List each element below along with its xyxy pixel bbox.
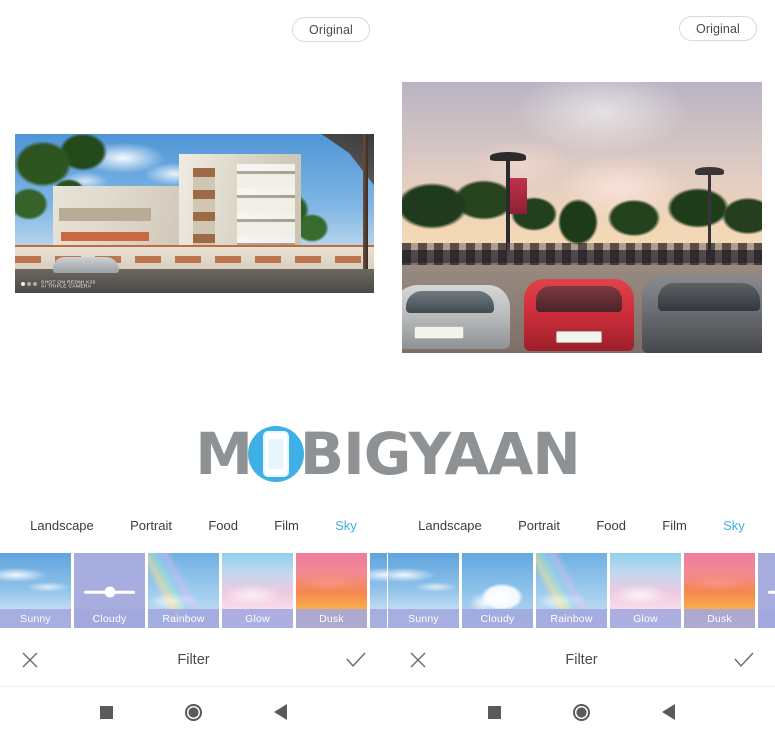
editor-panel-left: Landscape Portrait Food Film Sky Sunny C… xyxy=(0,500,387,737)
phone-in-circle-icon xyxy=(247,426,304,482)
logo-text-after: BIGYAAN xyxy=(299,420,581,488)
car-red xyxy=(524,279,634,351)
tab-portrait-left[interactable]: Portrait xyxy=(130,518,172,533)
tab-food-right[interactable]: Food xyxy=(596,518,626,533)
filter-thumb-cloudy-left[interactable]: Cloudy xyxy=(74,553,145,628)
filter-thumb-sunny-2-left[interactable]: Sunny xyxy=(370,553,387,628)
logo-text-before: M xyxy=(195,420,253,488)
street-lamp-right xyxy=(695,167,724,254)
filter-thumbnail-strip-right[interactable]: Sunny Cloudy Rainbow Glow Dusk xyxy=(388,553,775,628)
filter-thumb-rainbow-right[interactable]: Rainbow xyxy=(536,553,607,628)
android-nav-bar-right xyxy=(388,687,775,737)
filter-category-tabs-left: Landscape Portrait Food Film Sky xyxy=(0,510,387,540)
filter-bar-title-right: Filter xyxy=(565,651,598,668)
tab-sky-right[interactable]: Sky xyxy=(723,518,745,533)
square-icon[interactable] xyxy=(488,705,501,719)
tab-food-left[interactable]: Food xyxy=(208,518,238,533)
photo-preview-right[interactable] xyxy=(402,82,762,353)
check-icon[interactable] xyxy=(733,650,755,670)
original-chip-right[interactable]: Original xyxy=(679,16,757,41)
triangle-back-icon[interactable] xyxy=(662,704,675,720)
filter-thumb-glow-right[interactable]: Glow xyxy=(610,553,681,628)
filter-thumb-label: Dusk xyxy=(684,609,755,628)
filter-thumb-label: Sunny xyxy=(0,609,71,628)
intensity-slider[interactable] xyxy=(768,586,775,598)
circle-icon[interactable] xyxy=(573,703,590,721)
filter-thumb-dusk-right[interactable]: Dusk xyxy=(684,553,755,628)
filter-action-bar-left: Filter xyxy=(0,633,387,686)
filter-thumb-sunset-right[interactable]: Sunset xyxy=(758,553,775,628)
photo-preview-left[interactable]: SHOT ON REDMI K20 AI TRIPLE CAMERA xyxy=(15,134,374,293)
filter-thumb-label: Rainbow xyxy=(536,609,607,628)
tab-sky-left[interactable]: Sky xyxy=(335,518,357,533)
filter-action-bar-right: Filter xyxy=(388,633,775,686)
car-silver xyxy=(402,285,510,349)
tab-landscape-right[interactable]: Landscape xyxy=(418,518,482,533)
editor-panel-right: Landscape Portrait Food Film Sky Sunny C… xyxy=(388,500,775,737)
filter-thumb-glow-left[interactable]: Glow xyxy=(222,553,293,628)
filter-thumb-dusk-left[interactable]: Dusk xyxy=(296,553,367,628)
tab-film-right[interactable]: Film xyxy=(662,518,687,533)
original-chip-left[interactable]: Original xyxy=(292,17,370,42)
filter-thumb-label: Sunny xyxy=(370,609,387,628)
screen-root: Original Original SHOT ON REDMI K20 AI T… xyxy=(0,0,775,737)
filter-thumb-label: Sunset xyxy=(758,609,775,628)
filter-thumb-label: Glow xyxy=(222,609,293,628)
filter-thumb-label: Glow xyxy=(610,609,681,628)
pole-banner xyxy=(510,178,527,214)
intensity-slider[interactable] xyxy=(84,586,135,598)
watermark-text: SHOT ON REDMI K20 AI TRIPLE CAMERA xyxy=(41,279,95,289)
filter-thumb-cloudy-right[interactable]: Cloudy xyxy=(462,553,533,628)
tab-portrait-right[interactable]: Portrait xyxy=(518,518,560,533)
filter-thumb-sunny-right[interactable]: Sunny xyxy=(388,553,459,628)
filter-thumbnail-strip-left[interactable]: Sunny Cloudy Rainbow Glow Dusk xyxy=(0,553,387,628)
original-chip-right-label: Original xyxy=(696,21,740,36)
watermark-dots-icon xyxy=(21,281,37,286)
filter-thumb-sunny-left[interactable]: Sunny xyxy=(0,553,71,628)
filter-thumb-label: Rainbow xyxy=(148,609,219,628)
triangle-back-icon[interactable] xyxy=(274,704,287,720)
tab-landscape-left[interactable]: Landscape xyxy=(30,518,94,533)
parked-car xyxy=(53,257,119,273)
site-watermark-logo: M BIGYAAN xyxy=(0,425,775,483)
filter-category-tabs-right: Landscape Portrait Food Film Sky xyxy=(388,510,775,540)
watermark-line-2: AI TRIPLE CAMERA xyxy=(41,283,92,289)
filter-thumb-label: Sunny xyxy=(388,609,459,628)
original-chip-left-label: Original xyxy=(309,22,353,37)
filter-thumb-label: Dusk xyxy=(296,609,367,628)
tab-film-left[interactable]: Film xyxy=(274,518,299,533)
camera-watermark: SHOT ON REDMI K20 AI TRIPLE CAMERA xyxy=(21,279,95,289)
utility-pole xyxy=(363,134,368,269)
filter-thumb-label: Cloudy xyxy=(74,609,145,628)
circle-icon[interactable] xyxy=(185,703,202,721)
android-nav-bar-left xyxy=(0,687,387,737)
filter-bar-title-left: Filter xyxy=(177,651,210,668)
filter-thumb-rainbow-left[interactable]: Rainbow xyxy=(148,553,219,628)
check-icon[interactable] xyxy=(345,650,367,670)
filter-thumb-label: Cloudy xyxy=(462,609,533,628)
parked-motorcycles xyxy=(402,243,762,265)
square-icon[interactable] xyxy=(100,705,113,719)
car-grey xyxy=(642,275,762,353)
